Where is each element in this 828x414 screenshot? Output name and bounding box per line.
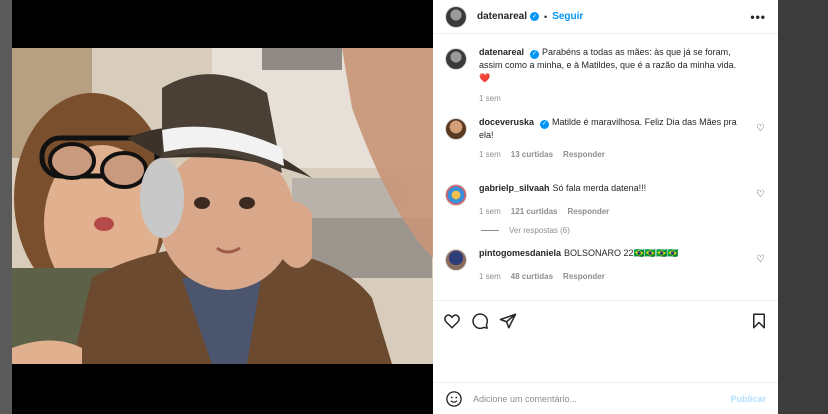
comment-icon[interactable]: [471, 312, 489, 330]
commenter-avatar[interactable]: [445, 184, 467, 206]
follow-button[interactable]: Seguir: [552, 11, 583, 22]
caption-meta: 1 sem: [479, 94, 749, 103]
commenter-avatar[interactable]: [445, 249, 467, 271]
like-comment-icon[interactable]: ♡: [756, 124, 766, 134]
post-photo[interactable]: [12, 48, 433, 364]
reply-button[interactable]: Responder: [563, 150, 605, 159]
comment-likes[interactable]: 13 curtidas: [511, 150, 553, 159]
publish-button[interactable]: Publicar: [730, 394, 766, 404]
author-username[interactable]: datenareal: [477, 11, 527, 22]
verified-badge-icon: ✓: [540, 120, 550, 129]
replies-line: [481, 230, 499, 231]
post-header: datenareal ✓ • Seguir •••: [433, 0, 778, 34]
caption-time[interactable]: 1 sem: [479, 94, 501, 103]
caption: datenareal ✓ Parabéns a todas as mães: às …: [433, 46, 778, 104]
comments-list: datenareal ✓ Parabéns a todas as mães: às …: [433, 46, 778, 283]
verified-badge-icon: ✓: [530, 12, 540, 21]
post-actions: [433, 300, 778, 340]
reply-button[interactable]: Responder: [563, 272, 605, 281]
comment-time[interactable]: 1 sem: [479, 272, 501, 281]
verified-badge-icon: ✓: [530, 50, 540, 59]
comment-text: pintogomesdaniela BOLSONARO 22🇧🇷🇧🇷🇧🇷🇧🇷: [479, 247, 749, 260]
comment-item: pintogomesdaniela BOLSONARO 22🇧🇷🇧🇷🇧🇷🇧🇷 1 …: [433, 247, 778, 283]
commenter-avatar[interactable]: [445, 118, 467, 140]
reply-button[interactable]: Responder: [568, 207, 610, 216]
comment-body: BOLSONARO 22🇧🇷🇧🇷🇧🇷🇧🇷: [564, 248, 679, 258]
comment-body: Só fala merda datena!!!: [552, 183, 647, 193]
heart-icon[interactable]: [443, 312, 461, 330]
author-avatar[interactable]: [445, 5, 467, 28]
like-comment-icon[interactable]: ♡: [756, 190, 766, 200]
add-comment-bar: Adicione um comentário... Publicar: [433, 382, 778, 414]
backdrop-right: [778, 0, 828, 414]
caption-author[interactable]: datenareal: [479, 47, 524, 57]
comment-author[interactable]: doceveruska: [479, 117, 534, 127]
comment-time[interactable]: 1 sem: [479, 207, 501, 216]
comment-meta: 1 sem 121 curtidas Responder: [479, 207, 749, 216]
caption-text: datenareal ✓ Parabéns a todas as mães: às …: [479, 46, 749, 85]
author-avatar[interactable]: [445, 48, 467, 70]
comment-item: gabrielp_silvaah Só fala merda datena!!! …: [433, 182, 778, 218]
emoji-icon[interactable]: [445, 390, 463, 408]
comment-author[interactable]: pintogomesdaniela: [479, 248, 561, 258]
separator-dot: •: [544, 11, 548, 22]
more-options-icon[interactable]: •••: [750, 10, 766, 24]
comment-text: doceveruska ✓ Matilde é maravilhosa. Feliz…: [479, 116, 749, 142]
post-panel: datenareal ✓ • Seguir ••• datenareal ✓ Par…: [433, 0, 778, 414]
comment-meta: 1 sem 48 curtidas Responder: [479, 272, 749, 281]
view-replies-label: Ver respostas (6): [509, 226, 570, 235]
bookmark-icon[interactable]: [750, 312, 768, 330]
comment-meta: 1 sem 13 curtidas Responder: [479, 150, 749, 159]
share-icon[interactable]: [499, 312, 517, 330]
post-modal: datenareal ✓ • Seguir ••• datenareal ✓ Par…: [12, 0, 778, 414]
comment-time[interactable]: 1 sem: [479, 150, 501, 159]
comment-text: gabrielp_silvaah Só fala merda datena!!!: [479, 182, 749, 195]
comment-item: doceveruska ✓ Matilde é maravilhosa. Feliz…: [433, 116, 778, 182]
backdrop-left: [0, 0, 12, 414]
comment-input[interactable]: Adicione um comentário...: [473, 394, 577, 404]
like-comment-icon[interactable]: ♡: [756, 255, 766, 265]
comment-likes[interactable]: 121 curtidas: [511, 207, 558, 216]
selfie-image: [12, 48, 433, 364]
comment-likes[interactable]: 48 curtidas: [511, 272, 553, 281]
comment-author[interactable]: gabrielp_silvaah: [479, 183, 550, 193]
post-media: [12, 0, 433, 414]
view-replies-button[interactable]: Ver respostas (6): [481, 226, 778, 235]
